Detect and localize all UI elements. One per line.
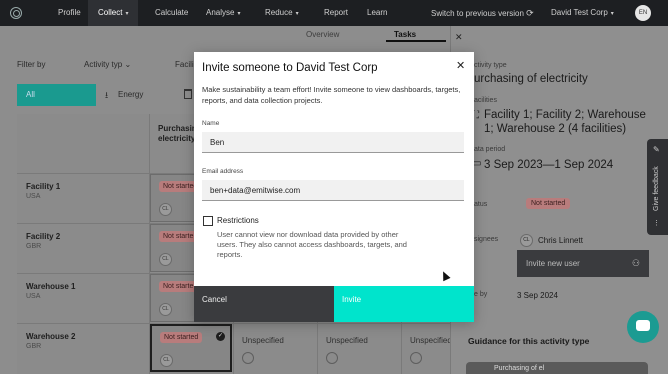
refresh-icon: ⟳ [526, 8, 534, 18]
invite-modal: Invite someone to David Test Corp ✕ Make… [194, 52, 474, 322]
tab-tasks[interactable]: Tasks [394, 30, 416, 39]
assignee-name: Chris Linnett [538, 236, 583, 245]
row-name: Warehouse 2 [26, 332, 76, 341]
invite-new-user-button[interactable]: Invite new user ⚇ [517, 250, 649, 277]
assignee-avatar: CL [159, 253, 172, 266]
switch-version-label: Switch to previous version [431, 9, 524, 18]
activity-type-dropdown[interactable]: Activity typ ⌄ [84, 60, 131, 69]
active-tab-indicator [386, 40, 446, 42]
chat-button[interactable] [627, 311, 659, 343]
facility-dropdown[interactable]: Facili [175, 60, 194, 69]
chevron-down-icon: ⌄ [124, 60, 132, 69]
row-country: USA [26, 293, 41, 300]
company-name: David Test Corp [551, 8, 608, 17]
email-label: Email address [202, 168, 244, 175]
assignee-avatar: CL [159, 303, 172, 316]
name-field[interactable] [202, 132, 464, 153]
due-label: e by [474, 291, 488, 298]
give-feedback-tab[interactable]: ✎ Give feedback ⋮ [647, 139, 668, 235]
assignee-avatar: CL [159, 203, 172, 216]
filter-pill-energy[interactable]: ⭳ Energy [96, 84, 176, 106]
chat-icon [636, 320, 650, 331]
unspecified-label: Unspecified [410, 336, 452, 345]
invite-button[interactable]: Invite [334, 286, 474, 322]
assignee-avatar: CL [160, 354, 173, 367]
row-country: GBR [26, 243, 42, 250]
check-icon: ✓ [216, 332, 225, 341]
filter-pill-all[interactable]: All [17, 84, 96, 106]
guidance-title: Guidance for this activity type [468, 336, 590, 346]
nav-collect-label: Collect [98, 8, 123, 17]
row-name: Warehouse 1 [26, 282, 76, 291]
email-field[interactable] [202, 180, 464, 201]
status-badge: Not started [526, 198, 571, 209]
select-radio[interactable] [326, 352, 338, 364]
cancel-button[interactable]: Cancel [194, 286, 334, 322]
nav-learn[interactable]: Learn [367, 0, 387, 26]
row-name: Facility 2 [26, 232, 61, 241]
chevron-down-icon: ▾ [295, 11, 299, 17]
status-badge: Not starte [159, 231, 198, 242]
pencil-icon: ✎ [653, 145, 660, 154]
nav-collect[interactable]: Collect ▾ [88, 0, 139, 26]
unspecified-label: Unspecified [326, 336, 368, 345]
nav-reduce-label: Reduce [265, 8, 293, 17]
chevron-down-icon: ▾ [125, 11, 129, 17]
modal-description: Make sustainability a team effort! Invit… [202, 85, 461, 105]
filter-label: Filter by [17, 60, 46, 69]
avatar[interactable]: EN [635, 5, 651, 21]
chevron-down-icon: ▾ [237, 11, 241, 17]
trash-icon[interactable] [184, 89, 192, 99]
data-period-value: 3 Sep 2023—1 Sep 2024 [484, 159, 614, 171]
row-country: GBR [26, 343, 42, 350]
status-badge: Not starte [159, 281, 198, 292]
tab-overview[interactable]: Overview [306, 30, 339, 39]
column-header: Purchasin electricity [158, 124, 197, 144]
nav-calculate[interactable]: Calculate [155, 0, 188, 26]
modal-title: Invite someone to David Test Corp [202, 62, 378, 74]
assignee-avatar: CL [520, 234, 533, 247]
row-country: USA [26, 193, 41, 200]
nav-analyse[interactable]: Analyse ▾ [206, 0, 240, 26]
top-nav: Profile Collect ▾ Calculate Analyse ▾ Redu… [0, 0, 668, 26]
activity-type-value: urchasing of electricity [474, 73, 588, 85]
status-label: atus [474, 201, 488, 208]
give-feedback-label: Give feedback [653, 166, 660, 211]
facilities-value: Facility 1; Facility 2; Warehouse 1; War… [484, 109, 646, 135]
add-user-icon: ⚇ [631, 258, 640, 268]
energy-icon: ⭳ [105, 90, 109, 100]
chevron-down-icon: ▾ [610, 11, 614, 17]
logo-icon[interactable] [10, 7, 22, 19]
column-header-line1: Purchasin [158, 124, 197, 133]
invite-new-user-label: Invite new user [526, 259, 580, 268]
filter-pill-energy-label: Energy [118, 90, 144, 99]
nav-report[interactable]: Report [324, 0, 348, 26]
guidance-thumbnail[interactable]: Purchasing of el [466, 362, 648, 374]
close-icon[interactable]: ✕ [455, 32, 463, 43]
restrictions-help: User cannot view nor download data provi… [217, 230, 407, 259]
restrictions-label: Restrictions [217, 216, 259, 225]
close-icon[interactable]: ✕ [456, 59, 465, 72]
name-label: Name [202, 120, 220, 127]
select-radio[interactable] [242, 352, 254, 364]
unspecified-label: Unspecified [242, 336, 284, 345]
column-header-line2: electricity [158, 134, 196, 143]
assignees-label: signees [474, 236, 499, 243]
select-radio[interactable] [410, 352, 422, 364]
restrictions-checkbox[interactable] [203, 216, 213, 226]
row-name: Facility 1 [26, 182, 61, 191]
more-icon: ⋮ [653, 220, 660, 227]
nav-reduce[interactable]: Reduce ▾ [265, 0, 299, 26]
status-badge: Not started [160, 332, 203, 343]
company-selector[interactable]: David Test Corp ▾ [551, 0, 614, 26]
nav-analyse-label: Analyse [206, 8, 235, 17]
activity-type-label: ctivity type [474, 62, 507, 69]
data-period-label: ata period [474, 146, 506, 153]
activity-type-label: Activity typ [84, 60, 123, 69]
switch-version-link[interactable]: Switch to previous version ⟳ [431, 0, 534, 26]
facilities-label: acilities [474, 97, 497, 104]
due-value: 3 Sep 2024 [517, 291, 558, 300]
nav-profile[interactable]: Profile [58, 0, 81, 26]
